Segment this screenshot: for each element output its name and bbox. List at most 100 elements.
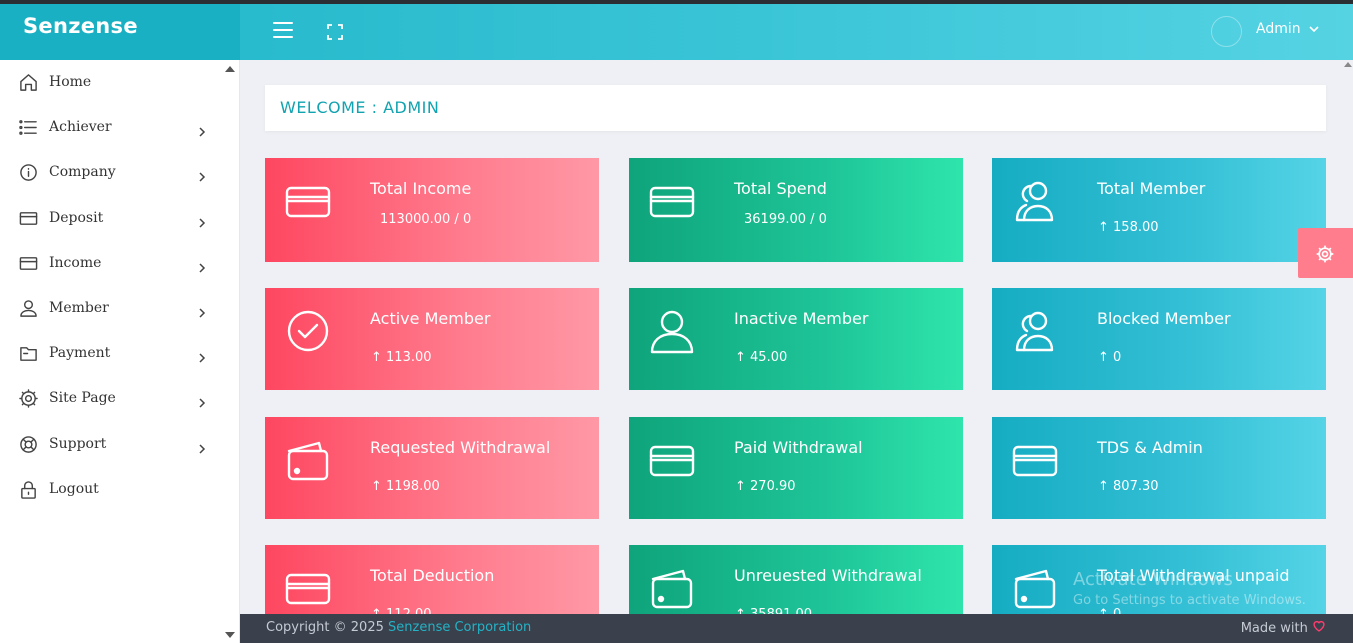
watermark-subtitle: Go to Settings to activate Windows. xyxy=(1073,593,1306,608)
stat-card-blocked-member[interactable]: Blocked Member ↑ 0 xyxy=(992,288,1326,390)
check-circle-icon xyxy=(285,308,331,354)
sidebar-item-payment[interactable]: Payment xyxy=(0,333,228,373)
stat-card-inactive-member[interactable]: Inactive Member ↑ 45.00 xyxy=(629,288,963,390)
chevron-right-icon xyxy=(197,258,207,273)
sidebar-item-label: Payment xyxy=(49,345,111,361)
card-title: Requested Withdrawal xyxy=(370,438,551,457)
avatar[interactable] xyxy=(1211,16,1242,47)
sidebar: Home Achiever Company Deposit Income Member Pa… xyxy=(0,60,240,643)
info-icon xyxy=(19,163,38,182)
card-value: 36199.00 / 0 xyxy=(744,212,827,227)
fullscreen-icon[interactable] xyxy=(327,24,343,40)
stat-card-active-member[interactable]: Active Member ↑ 113.00 xyxy=(265,288,599,390)
sidebar-item-site-page[interactable]: Site Page xyxy=(0,378,228,418)
stat-card-total-income[interactable]: Total Income 113000.00 / 0 xyxy=(265,158,599,262)
wallet-icon xyxy=(285,437,331,483)
chevron-right-icon xyxy=(197,213,207,228)
wallet-icon xyxy=(649,565,695,611)
card-title: Blocked Member xyxy=(1097,309,1231,328)
sidebar-item-deposit[interactable]: Deposit xyxy=(0,198,228,238)
card-icon xyxy=(19,209,38,228)
card-value: ↑ 158.00 xyxy=(1098,220,1159,235)
card-icon xyxy=(285,178,331,224)
user-icon xyxy=(19,299,38,318)
sidebar-item-label: Site Page xyxy=(49,390,116,406)
card-icon xyxy=(649,437,695,483)
copyright: Copyright © 2025 Senzense Corporation xyxy=(266,620,531,635)
heart-icon xyxy=(1313,620,1325,632)
sidebar-item-logout[interactable]: Logout xyxy=(0,469,228,509)
stat-card-total-spend[interactable]: Total Spend 36199.00 / 0 xyxy=(629,158,963,262)
menu-toggle-icon[interactable] xyxy=(273,22,293,38)
admin-label: Admin xyxy=(1256,21,1301,37)
folder-icon xyxy=(19,344,38,363)
content-scroll-up-icon[interactable] xyxy=(1344,62,1352,67)
card-title: Total Deduction xyxy=(370,566,495,585)
gear-icon xyxy=(1316,245,1334,263)
company-link[interactable]: Senzense Corporation xyxy=(388,620,531,635)
card-title: Paid Withdrawal xyxy=(734,438,863,457)
chevron-right-icon xyxy=(197,303,207,318)
admin-dropdown[interactable]: Admin xyxy=(1256,21,1319,37)
stat-card-tds-admin[interactable]: TDS & Admin ↑ 807.30 xyxy=(992,417,1326,519)
sidebar-item-label: Income xyxy=(49,255,102,271)
card-value: ↑ 1198.00 xyxy=(371,479,440,494)
made-with-text: Made with xyxy=(1240,621,1308,636)
card-icon xyxy=(285,565,331,611)
sidebar-item-support[interactable]: Support xyxy=(0,424,228,464)
brand-logo[interactable]: Senzense xyxy=(0,4,240,60)
card-value: ↑ 270.90 xyxy=(735,479,796,494)
chevron-right-icon xyxy=(197,439,207,454)
chevron-right-icon xyxy=(197,348,207,363)
sidebar-item-label: Home xyxy=(49,74,92,90)
chevron-down-icon xyxy=(1309,26,1319,33)
sidebar-item-label: Deposit xyxy=(49,210,104,226)
card-title: Total Member xyxy=(1097,179,1206,198)
sidebar-item-income[interactable]: Income xyxy=(0,243,228,283)
copyright-text: Copyright © 2025 xyxy=(266,620,389,635)
card-value: ↑ 807.30 xyxy=(1098,479,1159,494)
chevron-right-icon xyxy=(197,122,207,137)
stat-card-total-member[interactable]: Total Member ↑ 158.00 xyxy=(992,158,1326,262)
card-value: ↑ 113.00 xyxy=(371,350,432,365)
card-value: ↑ 45.00 xyxy=(735,350,788,365)
users-icon xyxy=(1012,178,1058,224)
card-icon xyxy=(1012,437,1058,483)
card-title: Active Member xyxy=(370,309,491,328)
scroll-down-arrow-icon[interactable] xyxy=(225,632,235,638)
sidebar-item-label: Logout xyxy=(49,481,99,497)
welcome-text: WELCOME : ADMIN xyxy=(280,98,440,117)
brand-name: Senzense xyxy=(23,14,138,38)
users-icon xyxy=(1012,308,1058,354)
sidebar-item-label: Company xyxy=(49,164,116,180)
top-header: Senzense Admin xyxy=(0,4,1353,60)
made-with: Made with xyxy=(1241,620,1326,636)
lock-icon xyxy=(19,480,38,499)
user-icon xyxy=(649,308,695,354)
sidebar-item-label: Support xyxy=(49,436,107,452)
stat-card-requested-withdrawal[interactable]: Requested Withdrawal ↑ 1198.00 xyxy=(265,417,599,519)
sidebar-item-company[interactable]: Company xyxy=(0,152,228,192)
card-value: ↑ 0 xyxy=(1098,350,1122,365)
card-title: Total Spend xyxy=(734,179,827,198)
lifebuoy-icon xyxy=(19,435,38,454)
chevron-right-icon xyxy=(197,167,207,182)
sidebar-item-label: Achiever xyxy=(49,119,112,135)
list-icon xyxy=(19,118,38,137)
card-title: Unreuested Withdrawal xyxy=(734,566,922,585)
card-icon xyxy=(19,254,38,273)
sidebar-item-home[interactable]: Home xyxy=(0,62,228,102)
card-icon xyxy=(649,178,695,224)
sidebar-item-label: Member xyxy=(49,300,109,316)
gear-icon xyxy=(19,389,38,408)
sidebar-item-achiever[interactable]: Achiever xyxy=(0,107,228,147)
sidebar-item-member[interactable]: Member xyxy=(0,288,228,328)
card-value: 113000.00 / 0 xyxy=(380,212,472,227)
wallet-icon xyxy=(1012,565,1058,611)
settings-button[interactable] xyxy=(1298,228,1353,278)
chevron-right-icon xyxy=(197,393,207,408)
stat-card-paid-withdrawal[interactable]: Paid Withdrawal ↑ 270.90 xyxy=(629,417,963,519)
home-icon xyxy=(19,73,38,92)
footer: Copyright © 2025 Senzense Corporation Ma… xyxy=(240,614,1353,643)
card-title: TDS & Admin xyxy=(1097,438,1203,457)
